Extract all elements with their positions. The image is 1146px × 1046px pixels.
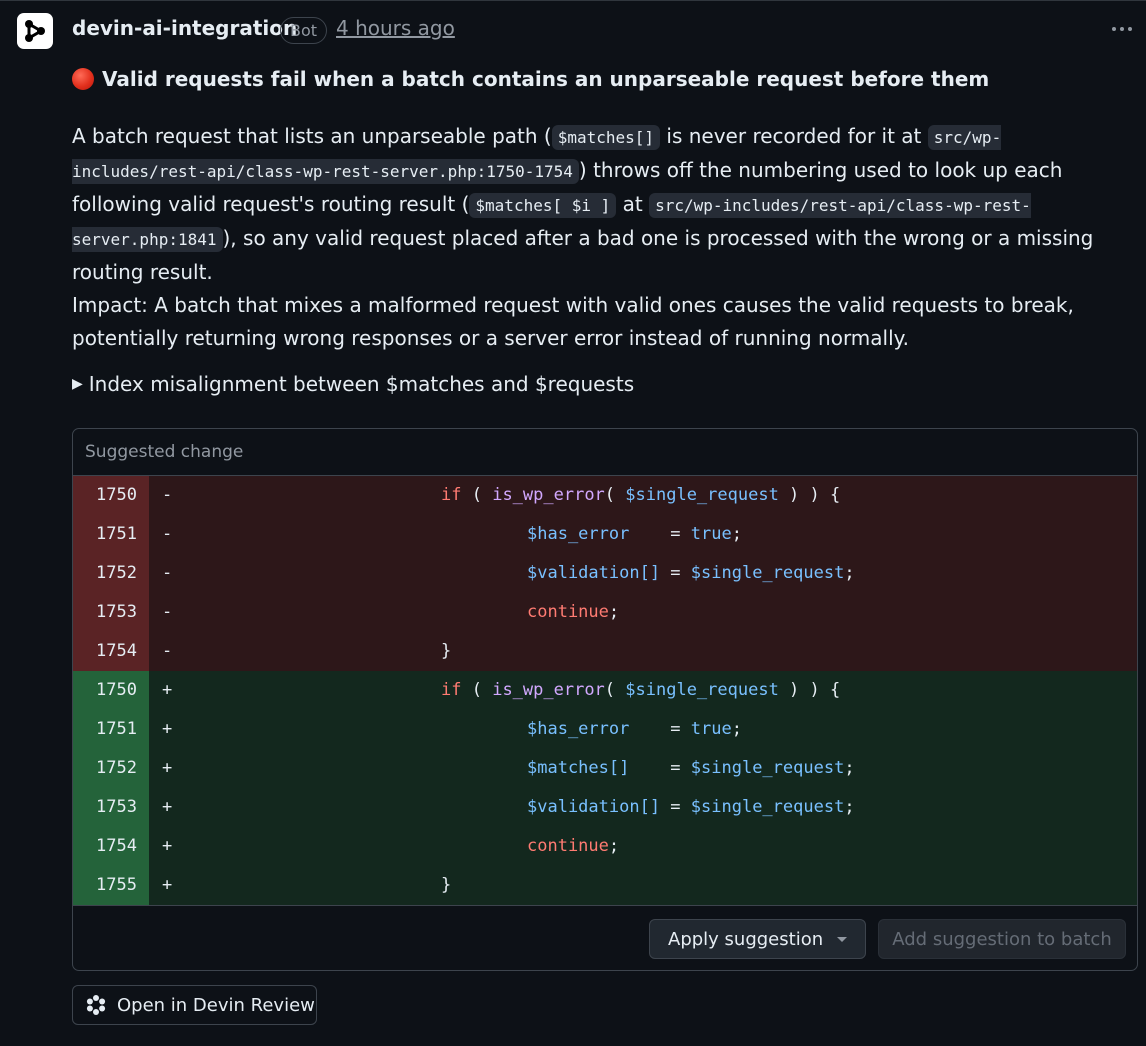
line-number: 1753	[73, 593, 149, 632]
code-text: if ( is_wp_error( $single_request ) ) {	[441, 485, 841, 505]
body-paragraph-1: A batch request that lists an unparseabl…	[72, 120, 1124, 289]
add-to-batch-button[interactable]: Add suggestion to batch	[878, 919, 1126, 959]
line-number: 1751	[73, 710, 149, 749]
diff-marker: -	[162, 485, 173, 505]
diff-marker: -	[162, 641, 173, 661]
code-text: $matches[] = $single_request;	[527, 758, 855, 778]
comment-title-text: Valid requests fail when a batch contain…	[102, 67, 990, 91]
diff-line-added: 1750 + if ( is_wp_error( $single_request…	[73, 671, 1137, 710]
line-number: 1752	[73, 749, 149, 788]
suggested-change-header: Suggested change	[73, 429, 1137, 476]
suggestion-footer: Apply suggestion Add suggestion to batch	[73, 905, 1137, 970]
devin-flower-icon	[86, 995, 106, 1015]
code-text: }	[441, 875, 452, 895]
code-text: $validation[] = $single_request;	[527, 797, 855, 817]
line-number: 1750	[73, 671, 149, 710]
diff-marker: -	[162, 602, 173, 622]
body-text-segment: is never recorded for it at	[660, 124, 928, 148]
diff-marker: +	[162, 719, 173, 739]
code-text: }	[441, 641, 452, 661]
diff-marker: +	[162, 836, 173, 856]
body-text-segment: ), so any valid request placed after a b…	[72, 226, 1094, 284]
diff-line-removed: 1754 - }	[73, 632, 1137, 671]
devin-logo-icon[interactable]	[17, 13, 53, 49]
line-number: 1750	[73, 476, 149, 515]
details-summary: Index misalignment between $matches and …	[88, 372, 635, 396]
kebab-menu-icon[interactable]	[1112, 27, 1132, 31]
code-text: $has_error = true;	[527, 719, 742, 739]
diff-line-added: 1752 + $matches[] = $single_request;	[73, 749, 1137, 788]
apply-suggestion-button[interactable]: Apply suggestion	[649, 919, 866, 959]
line-number: 1754	[73, 632, 149, 671]
diff-marker: +	[162, 758, 173, 778]
inline-code: $matches[]	[551, 125, 661, 150]
inline-code: $matches[ $i ]	[469, 193, 617, 218]
comment-timestamp[interactable]: 4 hours ago	[336, 16, 455, 40]
caret-down-icon[interactable]	[837, 937, 847, 942]
diff-marker: +	[162, 680, 173, 700]
code-text: $has_error = true;	[527, 524, 742, 544]
diff-line-removed: 1753 - continue;	[73, 593, 1137, 632]
body-text-segment: at	[616, 192, 650, 216]
diff-marker: -	[162, 563, 173, 583]
line-number: 1754	[73, 827, 149, 866]
comment-title: Valid requests fail when a batch contain…	[72, 67, 989, 91]
review-comment: devin-ai-integration Bot 4 hours ago Val…	[0, 0, 1146, 1046]
open-in-devin-review-button[interactable]: Open in Devin Review	[72, 985, 317, 1025]
diff-line-removed: 1751 - $has_error = true;	[73, 515, 1137, 554]
comment-author[interactable]: devin-ai-integration	[72, 16, 297, 40]
body-text-segment: A batch request that lists an unparseabl…	[72, 124, 552, 148]
details-toggle[interactable]: ▶ Index misalignment between $matches an…	[72, 372, 634, 396]
diff-line-added: 1751 + $has_error = true;	[73, 710, 1137, 749]
code-text: continue;	[527, 602, 620, 622]
open-in-devin-label: Open in Devin Review	[117, 994, 315, 1016]
diff-line-added: 1754 + continue;	[73, 827, 1137, 866]
impact-paragraph: Impact: A batch that mixes a malformed r…	[72, 293, 1074, 350]
diff-marker: -	[162, 524, 173, 544]
suggested-change-box: Suggested change 1750 - if ( is_wp_error…	[72, 428, 1138, 971]
red-circle-icon	[72, 68, 94, 90]
code-text: continue;	[527, 836, 620, 856]
line-number: 1755	[73, 866, 149, 905]
line-number: 1753	[73, 788, 149, 827]
diff-line-removed: 1752 - $validation[] = $single_request;	[73, 554, 1137, 593]
diff-marker: +	[162, 797, 173, 817]
diff-marker: +	[162, 875, 173, 895]
line-number: 1751	[73, 515, 149, 554]
diff-line-added: 1755 + }	[73, 866, 1137, 905]
bot-badge: Bot	[280, 17, 328, 44]
code-text: if ( is_wp_error( $single_request ) ) {	[441, 680, 841, 700]
diff-line-added: 1753 + $validation[] = $single_request;	[73, 788, 1137, 827]
line-number: 1752	[73, 554, 149, 593]
code-text: $validation[] = $single_request;	[527, 563, 855, 583]
apply-suggestion-label: Apply suggestion	[668, 928, 824, 950]
diff-line-removed: 1750 - if ( is_wp_error( $single_request…	[73, 476, 1137, 515]
triangle-right-icon: ▶	[72, 376, 83, 392]
comment-body: A batch request that lists an unparseabl…	[72, 120, 1124, 355]
